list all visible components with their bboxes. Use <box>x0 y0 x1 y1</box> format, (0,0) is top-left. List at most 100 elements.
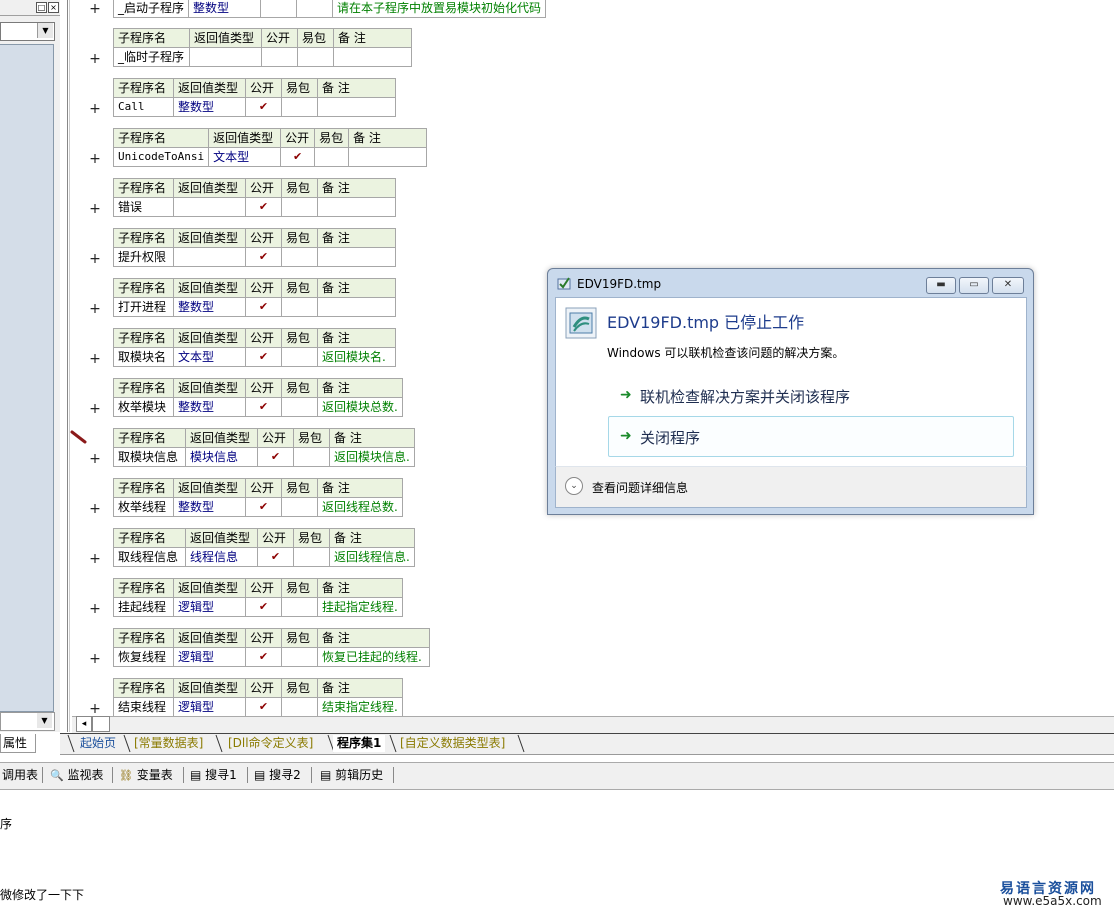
easy-pack-flag[interactable] <box>281 247 318 267</box>
return-type[interactable]: 逻辑型 <box>173 697 246 717</box>
easy-pack-flag[interactable] <box>297 47 334 67</box>
properties-tab[interactable]: 属性 <box>0 734 36 753</box>
table-row[interactable]: 结束线程 逻辑型 ✔ 结束指定线程. <box>113 697 403 717</box>
clip-history-button[interactable]: ▤ 剪辑历史 <box>320 767 383 783</box>
expand-plus-icon[interactable]: + <box>88 552 102 566</box>
table-row[interactable]: 提升权限 ✔ <box>113 247 396 267</box>
note[interactable]: 挂起指定线程. <box>317 597 403 617</box>
tab-assembly1[interactable]: 程序集1 <box>333 735 386 752</box>
subprogram-table[interactable]: 子程序名 返回值类型 公开 易包备 注取模块名 文本型 ✔ 返回模块名. <box>113 328 396 367</box>
subprogram-name[interactable]: 取模块名 <box>113 347 174 367</box>
note[interactable] <box>317 297 396 317</box>
return-type[interactable] <box>189 47 262 67</box>
subprogram-table[interactable]: 子程序名 返回值类型 公开 易包备 注打开进程 整数型 ✔ <box>113 278 396 317</box>
tab-custom-types[interactable]: [自定义数据类型表] <box>396 735 509 752</box>
chevron-down-icon[interactable]: ▼ <box>37 23 53 38</box>
note[interactable]: 返回线程总数. <box>317 497 403 517</box>
subprogram-table[interactable]: 子程序名 返回值类型 公开 易包备 注枚举模块 整数型 ✔ 返回模块总数. <box>113 378 403 417</box>
public-flag[interactable]: ✔ <box>280 147 316 167</box>
subprogram-name[interactable]: _启动子程序 <box>112 0 190 18</box>
public-flag[interactable]: ✔ <box>245 647 282 667</box>
table-row[interactable]: _临时子程序 <box>113 47 412 67</box>
search1-button[interactable]: ▤ 搜寻1 <box>190 767 237 783</box>
return-type[interactable] <box>173 247 246 267</box>
subprogram-name[interactable]: 挂起线程 <box>113 597 174 617</box>
subprogram-name[interactable]: _临时子程序 <box>113 47 190 67</box>
subprogram-table[interactable]: 子程序名 返回值类型 公开 易包备 注 Call 整数型 ✔ <box>113 78 396 117</box>
return-type[interactable]: 逻辑型 <box>173 597 246 617</box>
scroll-left-button[interactable]: ◂ <box>76 716 92 732</box>
close-button[interactable]: ✕ <box>992 277 1024 294</box>
return-type[interactable]: 整数型 <box>173 397 246 417</box>
subprogram-name[interactable]: 结束线程 <box>113 697 174 717</box>
subprogram-table[interactable]: 子程序名 返回值类型 公开 易包备 注取线程信息 线程信息 ✔ 返回线程信息. <box>113 528 415 567</box>
expand-plus-icon[interactable]: + <box>88 502 102 516</box>
table-row[interactable]: 打开进程 整数型 ✔ <box>113 297 396 317</box>
expand-plus-icon[interactable]: + <box>88 102 102 116</box>
note[interactable] <box>317 97 396 117</box>
subprogram-table[interactable]: 子程序名 返回值类型 公开 易包备 注枚举线程 整数型 ✔ 返回线程总数. <box>113 478 403 517</box>
subprogram-table[interactable]: 子程序名 返回值类型 公开 易包备 注挂起线程 逻辑型 ✔ 挂起指定线程. <box>113 578 403 617</box>
subprogram-name[interactable]: 恢复线程 <box>113 647 174 667</box>
table-row[interactable]: 错误 ✔ <box>113 197 396 217</box>
expand-plus-icon[interactable]: + <box>88 252 102 266</box>
expand-plus-icon[interactable]: + <box>88 302 102 316</box>
property-list[interactable] <box>0 44 54 712</box>
easy-pack-flag[interactable] <box>293 547 330 567</box>
note[interactable] <box>317 247 396 267</box>
table-row[interactable]: 取模块信息 模块信息 ✔ 返回模块信息. <box>113 447 415 467</box>
table-row[interactable]: 挂起线程 逻辑型 ✔ 挂起指定线程. <box>113 597 403 617</box>
subprogram-name[interactable]: 枚举线程 <box>113 497 174 517</box>
easy-pack-flag[interactable] <box>281 597 318 617</box>
public-flag[interactable]: ✔ <box>245 347 282 367</box>
return-type[interactable]: 模块信息 <box>185 447 258 467</box>
subprogram-name[interactable]: 取模块信息 <box>113 447 186 467</box>
table-row[interactable]: 取模块名 文本型 ✔ 返回模块名. <box>113 347 396 367</box>
search2-button[interactable]: ▤ 搜寻2 <box>254 767 301 783</box>
expand-plus-icon[interactable]: + <box>88 352 102 366</box>
easy-pack-flag[interactable] <box>281 647 318 667</box>
return-type[interactable]: 文本型 <box>173 347 246 367</box>
expand-plus-icon[interactable]: + <box>88 2 102 16</box>
table-row[interactable]: 枚举线程 整数型 ✔ 返回线程总数. <box>113 497 403 517</box>
return-type[interactable]: 整数型 <box>173 97 246 117</box>
expand-plus-icon[interactable]: + <box>88 702 102 716</box>
note[interactable]: 返回模块总数. <box>317 397 403 417</box>
horizontal-scrollbar[interactable] <box>72 716 1114 733</box>
variable-table-button[interactable]: ⛓ 变量表 <box>119 767 173 783</box>
tab-start-page[interactable]: 起始页 <box>76 735 120 752</box>
subprogram-table[interactable]: 子程序名 返回值类型 公开 易包备 注 UnicodeToAnsi 文本型 ✔ <box>112 128 428 167</box>
scroll-thumb[interactable] <box>92 716 110 732</box>
expand-plus-icon[interactable]: + <box>88 152 102 166</box>
expand-plus-icon[interactable]: + <box>88 52 102 66</box>
public-flag[interactable]: ✔ <box>245 247 282 267</box>
table-row[interactable]: 取线程信息 线程信息 ✔ 返回线程信息. <box>113 547 415 567</box>
easy-pack-flag[interactable] <box>281 497 318 517</box>
public-flag[interactable]: ✔ <box>245 97 282 117</box>
expand-plus-icon[interactable]: + <box>88 602 102 616</box>
restore-panel-button[interactable]: □ <box>36 2 47 13</box>
return-type[interactable]: 逻辑型 <box>173 647 246 667</box>
expand-plus-icon[interactable]: + <box>88 202 102 216</box>
table-row[interactable]: UnicodeToAnsi 文本型 ✔ <box>112 147 428 167</box>
tab-dll-commands[interactable]: [Dll命令定义表] <box>224 735 317 752</box>
return-type[interactable]: 整数型 <box>173 297 246 317</box>
subprogram-table[interactable]: _启动子程序 整数型 请在本子程序中放置易模块初始化代码 <box>112 0 547 18</box>
public-flag[interactable]: ✔ <box>245 397 282 417</box>
return-type[interactable]: 线程信息 <box>185 547 258 567</box>
subprogram-name[interactable]: 提升权限 <box>113 247 174 267</box>
subprogram-name[interactable]: 枚举模块 <box>113 397 174 417</box>
close-program-label[interactable]: 关闭程序 <box>640 427 700 448</box>
view-details-link[interactable]: 查看问题详细信息 <box>592 479 688 496</box>
subprogram-table[interactable]: 子程序名 返回值类型 公开 易包备 注结束线程 逻辑型 ✔ 结束指定线程. <box>113 678 403 717</box>
expand-plus-icon[interactable]: + <box>88 452 102 466</box>
public-flag[interactable]: ✔ <box>245 597 282 617</box>
return-type[interactable]: 文本型 <box>208 147 282 167</box>
note[interactable] <box>317 197 396 217</box>
public-flag[interactable]: ✔ <box>245 697 282 717</box>
table-row[interactable]: 枚举模块 整数型 ✔ 返回模块总数. <box>113 397 403 417</box>
subprogram-name[interactable]: UnicodeToAnsi <box>112 147 210 167</box>
expand-plus-icon[interactable]: + <box>88 652 102 666</box>
public-flag[interactable] <box>260 0 298 18</box>
subprogram-name[interactable]: 错误 <box>113 197 174 217</box>
